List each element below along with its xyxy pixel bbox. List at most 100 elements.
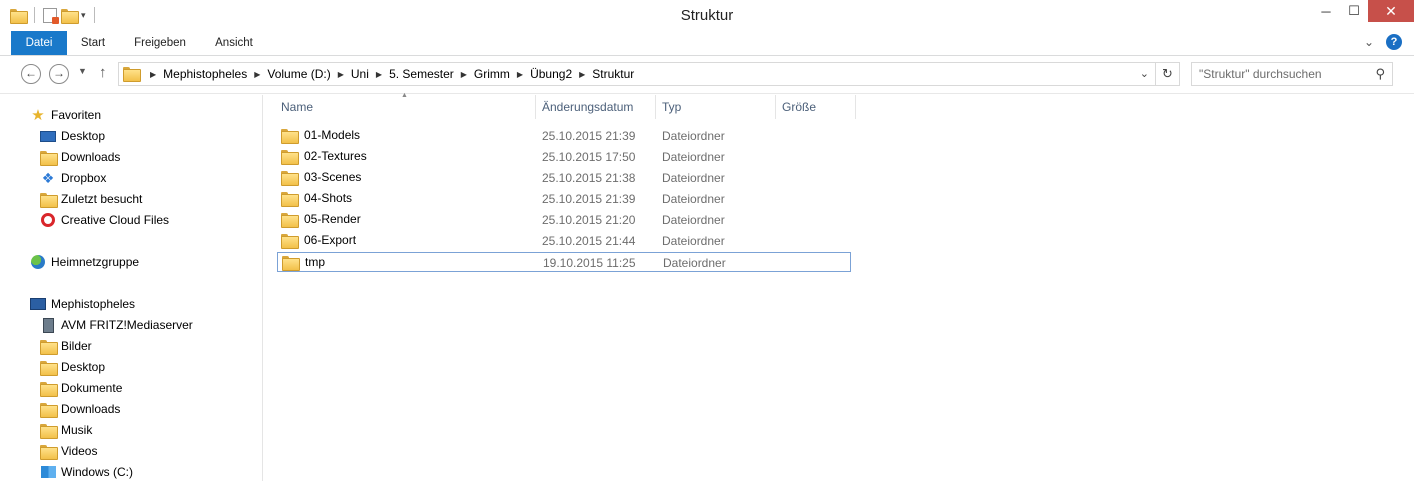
new-folder-icon[interactable]: [61, 8, 79, 24]
folder-icon: [281, 233, 299, 249]
desktop-icon: [40, 128, 56, 144]
file-name: 04-Shots: [304, 191, 353, 205]
breadcrumb-arrow-icon[interactable]: ▶: [376, 70, 382, 79]
file-type: Dateiordner: [662, 234, 725, 248]
file-date: 25.10.2015 21:20: [542, 213, 636, 227]
sidebar-item-label: Mephistopheles: [51, 297, 136, 311]
sidebar-item-label: Windows (C:): [61, 465, 134, 479]
sidebar-item-label: Bilder: [61, 339, 92, 353]
back-button[interactable]: ←: [21, 64, 41, 84]
breadcrumb-arrow-icon[interactable]: ▶: [150, 70, 156, 79]
maximize-button[interactable]: ☐: [1340, 0, 1368, 22]
search-input[interactable]: [1192, 63, 1362, 85]
breadcrumb-item[interactable]: Volume (D:): [267, 67, 330, 81]
table-row[interactable]: 06-Export 25.10.2015 21:44 Dateiordner: [277, 231, 851, 251]
breadcrumb-item[interactable]: Grimm: [474, 67, 510, 81]
tab-freigeben[interactable]: Freigeben: [126, 31, 194, 55]
sidebar-item-label: Videos: [61, 444, 98, 458]
sidebar-item-dokumente[interactable]: Dokumente: [40, 378, 122, 398]
help-icon[interactable]: ?: [1386, 34, 1402, 50]
file-name: 02-Textures: [304, 149, 367, 163]
close-button[interactable]: ✕: [1368, 0, 1414, 22]
file-list: ▲ Name Änderungsdatum Typ Größe 01-Model…: [263, 92, 1414, 481]
breadcrumb-arrow-icon[interactable]: ▶: [579, 70, 585, 79]
sidebar-item-label: Downloads: [61, 402, 121, 416]
music-folder-icon: [40, 422, 58, 439]
recent-locations-dropdown-icon[interactable]: ▼: [78, 66, 87, 76]
address-bar[interactable]: ▶ Mephistopheles ▶ Volume (D:) ▶ Uni ▶ 5…: [118, 62, 1156, 86]
forward-button[interactable]: →: [49, 64, 69, 84]
table-row[interactable]: 01-Models 25.10.2015 21:39 Dateiordner: [277, 126, 851, 146]
sidebar-item-dropbox[interactable]: ❖ Dropbox: [40, 168, 107, 188]
file-type: Dateiordner: [662, 150, 725, 164]
sidebar-item-favoriten[interactable]: ★ Favoriten: [30, 105, 101, 125]
address-dropdown-icon[interactable]: ⌄: [1140, 67, 1149, 80]
table-row[interactable]: 03-Scenes 25.10.2015 21:38 Dateiordner: [277, 168, 851, 188]
breadcrumb-item[interactable]: 5. Semester: [389, 67, 454, 81]
sidebar-item-heimnetzgruppe[interactable]: Heimnetzgruppe: [30, 252, 139, 272]
documents-folder-icon: [40, 380, 58, 397]
file-date: 19.10.2015 11:25: [543, 256, 636, 270]
navigation-bar: ← → ▼ ↑ ▶ Mephistopheles ▶ Volume (D:) ▶…: [0, 56, 1414, 94]
column-header-size[interactable]: Größe: [776, 95, 856, 119]
sidebar-item-musik[interactable]: Musik: [40, 420, 92, 440]
folder-icon: [281, 191, 299, 207]
sidebar-item-windows-c[interactable]: Windows (C:): [40, 462, 133, 482]
file-type: Dateiordner: [663, 256, 726, 270]
separator: [34, 7, 35, 23]
table-row[interactable]: 04-Shots 25.10.2015 21:39 Dateiordner: [277, 189, 851, 209]
folder-icon[interactable]: [10, 8, 28, 24]
table-row[interactable]: 02-Textures 25.10.2015 17:50 Dateiordner: [277, 147, 851, 167]
folder-icon: [281, 149, 299, 165]
tab-start[interactable]: Start: [73, 31, 113, 55]
breadcrumb-arrow-icon[interactable]: ▶: [338, 70, 344, 79]
sidebar-item-downloads[interactable]: Downloads: [40, 147, 120, 167]
tab-ansicht[interactable]: Ansicht: [206, 31, 262, 55]
minimize-button[interactable]: ─: [1312, 0, 1340, 22]
breadcrumb-arrow-icon[interactable]: ▶: [254, 70, 260, 79]
sidebar-item-zuletzt-besucht[interactable]: Zuletzt besucht: [40, 189, 142, 209]
up-button[interactable]: ↑: [99, 64, 107, 81]
breadcrumb: ▶ Mephistopheles ▶ Volume (D:) ▶ Uni ▶ 5…: [143, 63, 634, 85]
column-header-date[interactable]: Änderungsdatum: [536, 95, 656, 119]
sidebar-item-avm-fritz-mediaserver[interactable]: AVM FRITZ!Mediaserver: [40, 315, 193, 335]
column-header-type[interactable]: Typ: [656, 95, 776, 119]
table-row[interactable]: 05-Render 25.10.2015 21:20 Dateiordner: [277, 210, 851, 230]
customize-dropdown-icon[interactable]: ▾: [81, 10, 86, 21]
breadcrumb-item[interactable]: Struktur: [592, 67, 634, 81]
sidebar-item-creative-cloud-files[interactable]: Creative Cloud Files: [40, 210, 169, 230]
breadcrumb-item[interactable]: Mephistopheles: [163, 67, 247, 81]
star-icon: ★: [31, 107, 45, 124]
vertical-scrollbar[interactable]: [1402, 95, 1414, 481]
breadcrumb-arrow-icon[interactable]: ▶: [461, 70, 467, 79]
breadcrumb-item[interactable]: Übung2: [530, 67, 572, 81]
breadcrumb-arrow-icon[interactable]: ▶: [517, 70, 523, 79]
file-name: 03-Scenes: [304, 170, 362, 184]
sidebar-item-label: Desktop: [61, 129, 106, 143]
sidebar-item-videos[interactable]: Videos: [40, 441, 97, 461]
search-icon[interactable]: ⚲: [1375, 66, 1385, 82]
sidebar-item-downloads-2[interactable]: Downloads: [40, 399, 120, 419]
table-row-focused[interactable]: tmp 19.10.2015 11:25 Dateiordner: [277, 252, 851, 272]
file-date: 25.10.2015 17:50: [542, 150, 636, 164]
sidebar-item-mephistopheles[interactable]: Mephistopheles: [30, 294, 135, 314]
breadcrumb-item[interactable]: Uni: [351, 67, 369, 81]
refresh-button[interactable]: ↻: [1156, 62, 1180, 86]
properties-icon[interactable]: [43, 7, 59, 24]
computer-icon: [30, 296, 46, 312]
column-header-name[interactable]: Name: [275, 95, 536, 119]
title-bar: ▾ Struktur ─ ☐ ✕: [0, 0, 1414, 31]
sidebar-item-bilder[interactable]: Bilder: [40, 336, 92, 356]
expand-ribbon-icon[interactable]: ⌄: [1364, 35, 1374, 49]
ribbon: Datei Start Freigeben Ansicht ⌄ ?: [0, 31, 1414, 56]
file-type: Dateiordner: [662, 171, 725, 185]
sidebar-item-desktop-2[interactable]: Desktop: [40, 357, 105, 377]
folder-icon: [281, 128, 299, 144]
tab-datei[interactable]: Datei: [11, 31, 67, 55]
dropbox-icon: ❖: [41, 169, 55, 186]
sidebar-item-desktop[interactable]: Desktop: [40, 126, 105, 146]
creative-cloud-icon: [40, 212, 56, 228]
sidebar-item-label: Dropbox: [61, 171, 107, 185]
file-type: Dateiordner: [662, 213, 725, 227]
sidebar-item-label: Creative Cloud Files: [61, 213, 170, 227]
